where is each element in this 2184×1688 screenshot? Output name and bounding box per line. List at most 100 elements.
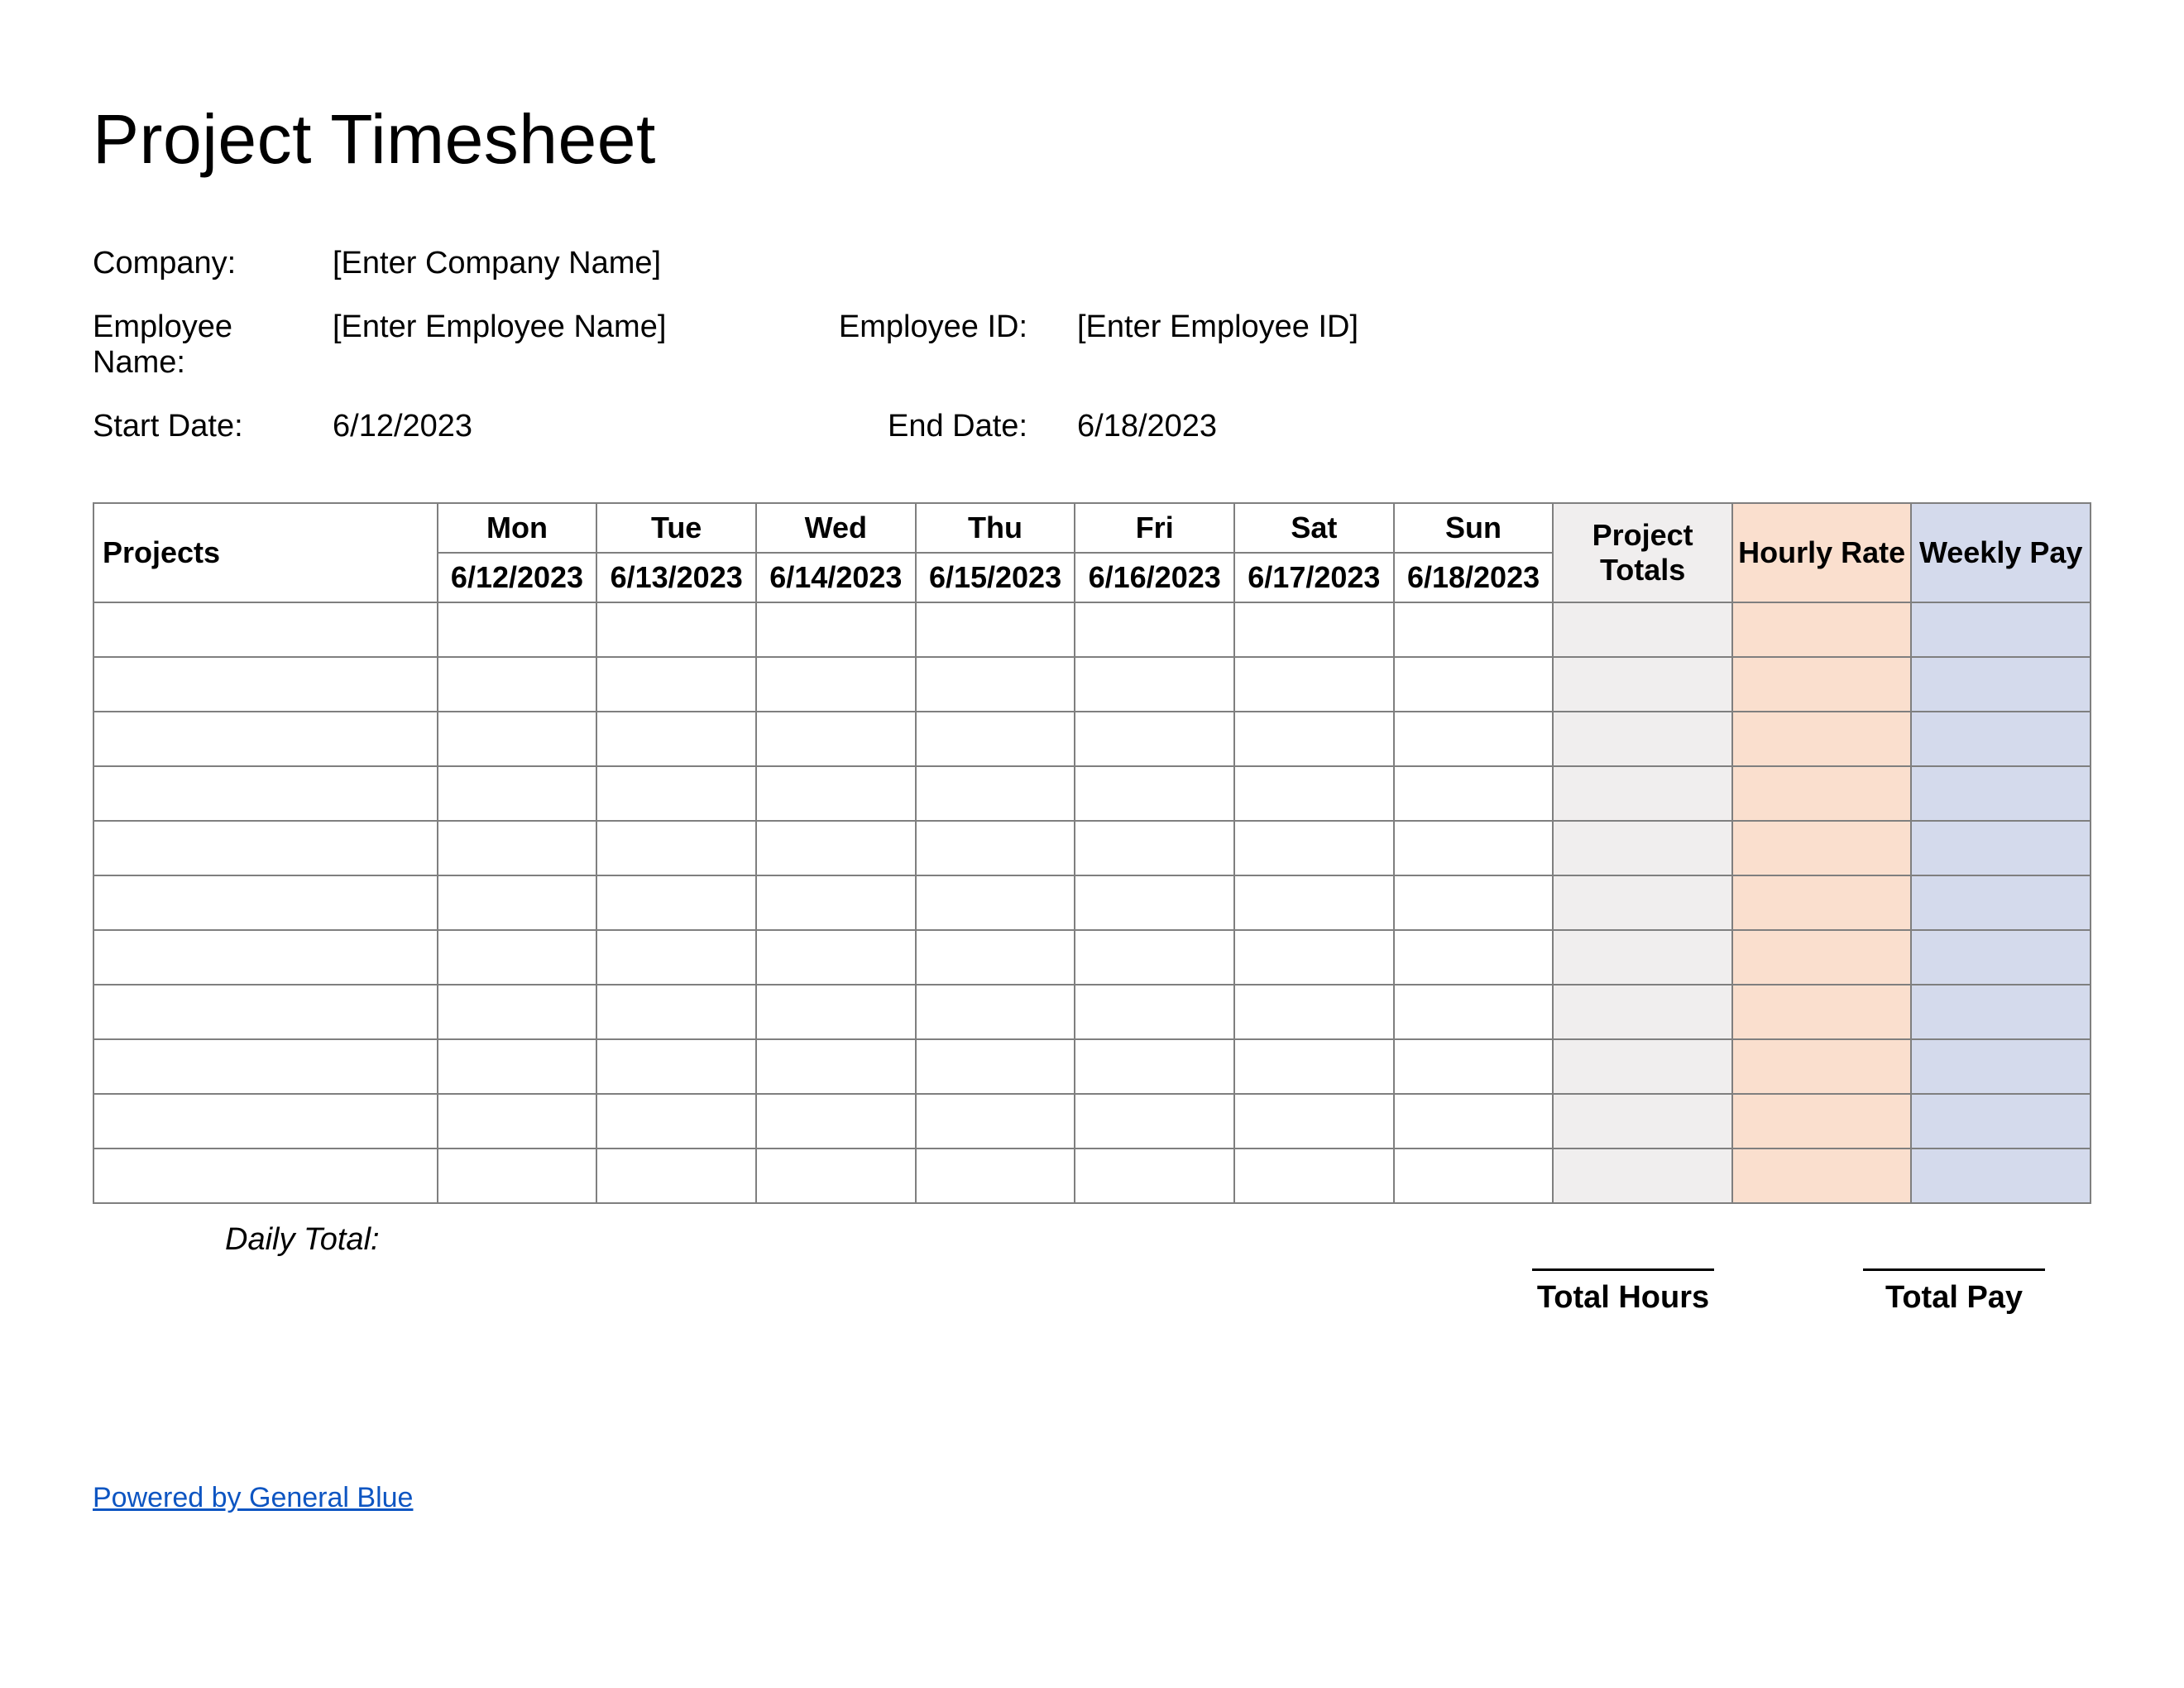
hourly-rate-cell[interactable] bbox=[1732, 985, 1912, 1039]
hours-cell[interactable] bbox=[438, 1039, 597, 1094]
hours-cell[interactable] bbox=[756, 1039, 916, 1094]
hours-cell[interactable] bbox=[438, 985, 597, 1039]
weekly-pay-cell[interactable] bbox=[1911, 1149, 2091, 1203]
hours-cell[interactable] bbox=[756, 930, 916, 985]
project-cell[interactable] bbox=[93, 1039, 438, 1094]
company-value[interactable]: [Enter Company Name] bbox=[333, 246, 829, 281]
hours-cell[interactable] bbox=[596, 1094, 756, 1149]
hours-cell[interactable] bbox=[756, 766, 916, 821]
hourly-rate-cell[interactable] bbox=[1732, 930, 1912, 985]
hours-cell[interactable] bbox=[596, 821, 756, 875]
hours-cell[interactable] bbox=[1394, 657, 1554, 712]
hours-cell[interactable] bbox=[438, 657, 597, 712]
weekly-pay-cell[interactable] bbox=[1911, 1039, 2091, 1094]
hours-cell[interactable] bbox=[1075, 985, 1234, 1039]
hours-cell[interactable] bbox=[916, 766, 1075, 821]
project-total-cell[interactable] bbox=[1553, 766, 1732, 821]
project-total-cell[interactable] bbox=[1553, 985, 1732, 1039]
employee-name-value[interactable]: [Enter Employee Name] bbox=[333, 309, 829, 381]
project-total-cell[interactable] bbox=[1553, 875, 1732, 930]
hours-cell[interactable] bbox=[1394, 985, 1554, 1039]
project-cell[interactable] bbox=[93, 1094, 438, 1149]
hours-cell[interactable] bbox=[756, 657, 916, 712]
hours-cell[interactable] bbox=[438, 821, 597, 875]
project-total-cell[interactable] bbox=[1553, 712, 1732, 766]
start-date-value[interactable]: 6/12/2023 bbox=[333, 409, 829, 444]
weekly-pay-cell[interactable] bbox=[1911, 712, 2091, 766]
hours-cell[interactable] bbox=[596, 985, 756, 1039]
hours-cell[interactable] bbox=[1234, 602, 1394, 657]
hours-cell[interactable] bbox=[438, 875, 597, 930]
hourly-rate-cell[interactable] bbox=[1732, 1039, 1912, 1094]
hours-cell[interactable] bbox=[1394, 602, 1554, 657]
hourly-rate-cell[interactable] bbox=[1732, 602, 1912, 657]
hours-cell[interactable] bbox=[1075, 1149, 1234, 1203]
hours-cell[interactable] bbox=[1075, 1094, 1234, 1149]
weekly-pay-cell[interactable] bbox=[1911, 985, 2091, 1039]
hours-cell[interactable] bbox=[756, 1094, 916, 1149]
project-cell[interactable] bbox=[93, 821, 438, 875]
hours-cell[interactable] bbox=[1394, 1094, 1554, 1149]
hours-cell[interactable] bbox=[1234, 766, 1394, 821]
hours-cell[interactable] bbox=[438, 602, 597, 657]
hourly-rate-cell[interactable] bbox=[1732, 1094, 1912, 1149]
hours-cell[interactable] bbox=[1394, 930, 1554, 985]
hours-cell[interactable] bbox=[1234, 1039, 1394, 1094]
hours-cell[interactable] bbox=[916, 821, 1075, 875]
hours-cell[interactable] bbox=[916, 712, 1075, 766]
hours-cell[interactable] bbox=[1234, 712, 1394, 766]
hours-cell[interactable] bbox=[1234, 930, 1394, 985]
hours-cell[interactable] bbox=[1234, 821, 1394, 875]
hours-cell[interactable] bbox=[596, 712, 756, 766]
hours-cell[interactable] bbox=[438, 712, 597, 766]
project-total-cell[interactable] bbox=[1553, 1149, 1732, 1203]
powered-by-link[interactable]: Powered by General Blue bbox=[93, 1482, 413, 1514]
hours-cell[interactable] bbox=[1234, 657, 1394, 712]
hourly-rate-cell[interactable] bbox=[1732, 657, 1912, 712]
weekly-pay-cell[interactable] bbox=[1911, 766, 2091, 821]
hours-cell[interactable] bbox=[1234, 985, 1394, 1039]
weekly-pay-cell[interactable] bbox=[1911, 821, 2091, 875]
project-total-cell[interactable] bbox=[1553, 930, 1732, 985]
hours-cell[interactable] bbox=[916, 1039, 1075, 1094]
project-cell[interactable] bbox=[93, 602, 438, 657]
hours-cell[interactable] bbox=[1234, 875, 1394, 930]
hours-cell[interactable] bbox=[916, 875, 1075, 930]
hours-cell[interactable] bbox=[438, 1094, 597, 1149]
hours-cell[interactable] bbox=[1075, 602, 1234, 657]
hours-cell[interactable] bbox=[1075, 1039, 1234, 1094]
hours-cell[interactable] bbox=[438, 766, 597, 821]
project-total-cell[interactable] bbox=[1553, 821, 1732, 875]
hours-cell[interactable] bbox=[756, 1149, 916, 1203]
hours-cell[interactable] bbox=[1075, 766, 1234, 821]
hours-cell[interactable] bbox=[438, 930, 597, 985]
project-total-cell[interactable] bbox=[1553, 602, 1732, 657]
weekly-pay-cell[interactable] bbox=[1911, 1094, 2091, 1149]
hours-cell[interactable] bbox=[1394, 1039, 1554, 1094]
hours-cell[interactable] bbox=[756, 712, 916, 766]
hours-cell[interactable] bbox=[756, 985, 916, 1039]
hours-cell[interactable] bbox=[596, 930, 756, 985]
hours-cell[interactable] bbox=[596, 766, 756, 821]
hours-cell[interactable] bbox=[1075, 657, 1234, 712]
hours-cell[interactable] bbox=[756, 602, 916, 657]
hours-cell[interactable] bbox=[1234, 1094, 1394, 1149]
hours-cell[interactable] bbox=[596, 602, 756, 657]
hours-cell[interactable] bbox=[756, 875, 916, 930]
hours-cell[interactable] bbox=[596, 657, 756, 712]
project-cell[interactable] bbox=[93, 930, 438, 985]
hours-cell[interactable] bbox=[1394, 712, 1554, 766]
project-cell[interactable] bbox=[93, 875, 438, 930]
hours-cell[interactable] bbox=[596, 1039, 756, 1094]
hours-cell[interactable] bbox=[916, 657, 1075, 712]
hours-cell[interactable] bbox=[1394, 875, 1554, 930]
hours-cell[interactable] bbox=[916, 1094, 1075, 1149]
hours-cell[interactable] bbox=[1394, 1149, 1554, 1203]
hours-cell[interactable] bbox=[1394, 766, 1554, 821]
project-total-cell[interactable] bbox=[1553, 1094, 1732, 1149]
employee-id-value[interactable]: [Enter Employee ID] bbox=[1077, 309, 1408, 381]
hours-cell[interactable] bbox=[916, 985, 1075, 1039]
hourly-rate-cell[interactable] bbox=[1732, 1149, 1912, 1203]
hourly-rate-cell[interactable] bbox=[1732, 875, 1912, 930]
hourly-rate-cell[interactable] bbox=[1732, 712, 1912, 766]
